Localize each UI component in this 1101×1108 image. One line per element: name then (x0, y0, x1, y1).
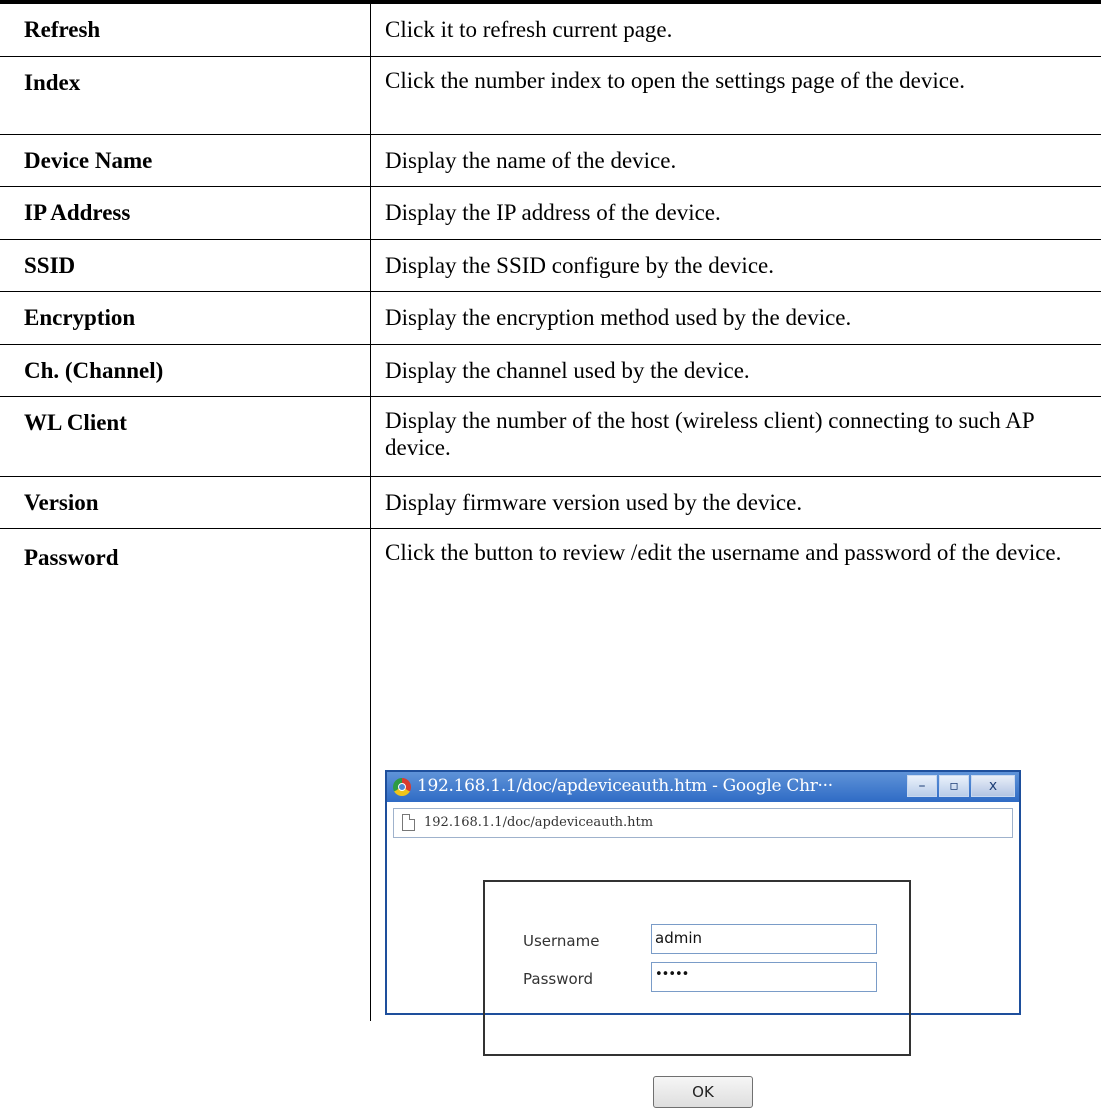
term-cell: IP Address (24, 200, 131, 225)
close-icon[interactable]: x (971, 775, 1015, 797)
ok-button[interactable]: OK (653, 1076, 753, 1108)
term-cell: Device Name (24, 148, 153, 173)
address-bar[interactable]: 192.168.1.1/doc/apdeviceauth.htm (393, 808, 1013, 838)
term-cell: Ch. (Channel) (24, 358, 164, 383)
column-divider (370, 135, 371, 186)
column-divider (370, 529, 371, 1021)
maximize-icon[interactable]: ▫ (939, 775, 969, 797)
description-cell: Click it to refresh current page. (385, 17, 673, 42)
description-cell: Click the button to review /edit the use… (385, 540, 1062, 565)
description-cell: Display the SSID configure by the device… (385, 253, 774, 278)
column-divider (370, 477, 371, 528)
term-cell: Refresh (24, 17, 101, 42)
table-row: SSID Display the SSID configure by the d… (0, 240, 1101, 292)
column-divider (370, 4, 371, 56)
popup-title: 192.168.1.1/doc/apdeviceauth.htm - Googl… (417, 776, 833, 796)
chrome-icon (393, 778, 411, 796)
term-cell: Encryption (24, 305, 136, 330)
minimize-icon[interactable]: – (907, 775, 937, 797)
description-cell: Display firmware version used by the dev… (385, 490, 803, 515)
description-cell: Display the encryption method used by th… (385, 305, 852, 330)
table-row: IP Address Display the IP address of the… (0, 187, 1101, 240)
column-divider (370, 57, 371, 134)
username-label: Username (523, 932, 600, 950)
column-divider (370, 397, 371, 476)
description-cell: Display the IP address of the device. (385, 200, 721, 225)
table-row: Ch. (Channel) Display the channel used b… (0, 345, 1101, 397)
column-divider (370, 345, 371, 396)
auth-popup-window: 192.168.1.1/doc/apdeviceauth.htm - Googl… (385, 770, 1021, 1108)
table-row: Refresh Click it to refresh current page… (0, 4, 1101, 57)
password-input[interactable]: ••••• (651, 962, 877, 992)
page-icon (402, 814, 415, 831)
term-cell: SSID (24, 253, 76, 278)
table-row: Encryption Display the encryption method… (0, 292, 1101, 345)
column-divider (370, 292, 371, 344)
description-cell: Display the number of the host (wireless… (385, 408, 1034, 460)
term-cell: Version (24, 490, 99, 515)
description-cell: Click the number index to open the setti… (385, 68, 965, 93)
term-cell: WL Client (24, 410, 127, 435)
table-row: Index Click the number index to open the… (0, 57, 1101, 135)
table-row: WL Client Display the number of the host… (0, 397, 1101, 477)
description-cell: Display the name of the device. (385, 148, 677, 173)
table-row: Version Display firmware version used by… (0, 477, 1101, 529)
password-label: Password (523, 970, 594, 988)
address-text: 192.168.1.1/doc/apdeviceauth.htm (424, 815, 654, 830)
term-cell: Password (24, 545, 119, 570)
description-cell: Display the channel used by the device. (385, 358, 750, 383)
window-controls: – ▫ x (905, 775, 1015, 799)
column-divider (370, 240, 371, 291)
popup-title-bar[interactable]: 192.168.1.1/doc/apdeviceauth.htm - Googl… (387, 772, 1019, 802)
table-row: Device Name Display the name of the devi… (0, 135, 1101, 187)
username-input[interactable]: admin (651, 924, 877, 954)
login-form: Username admin Password ••••• (483, 880, 911, 1056)
term-cell: Index (24, 70, 81, 95)
column-divider (370, 187, 371, 239)
